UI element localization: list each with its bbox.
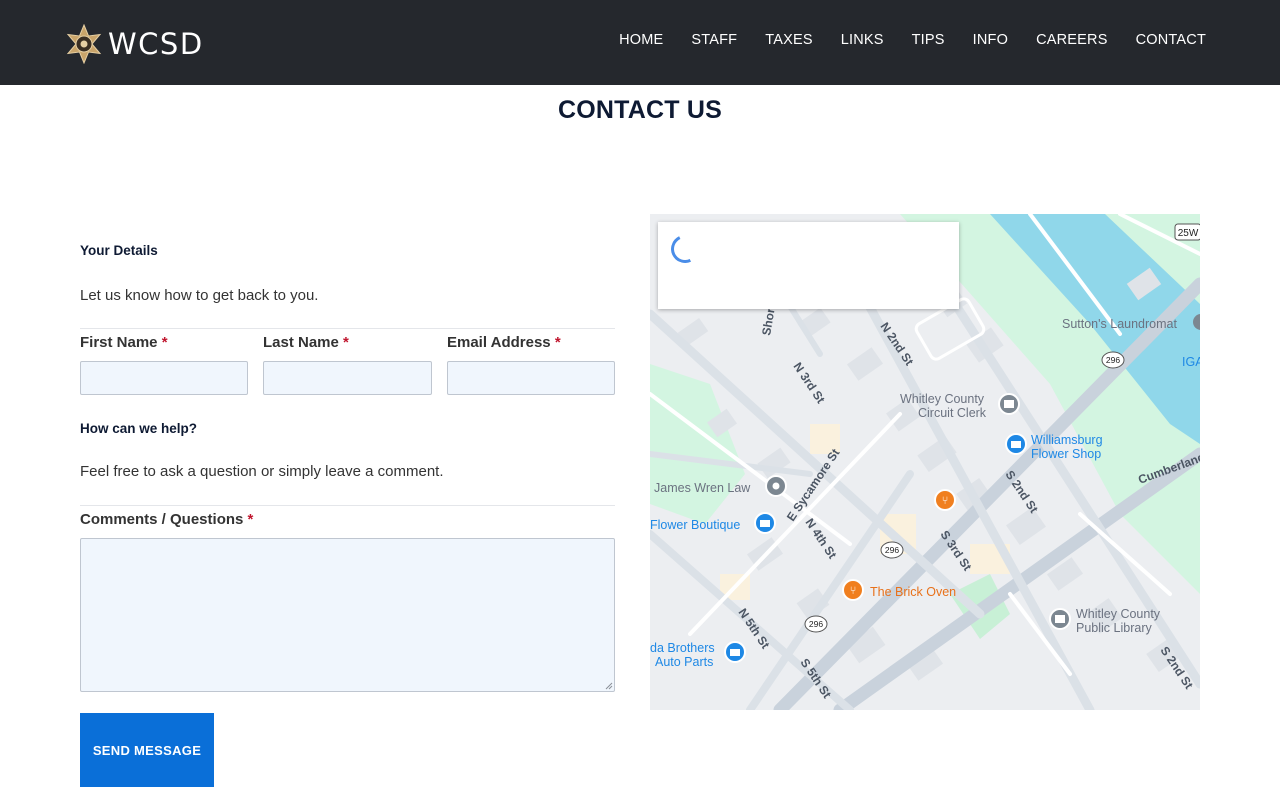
site-logo[interactable]: WCSD — [66, 24, 204, 64]
poi-restaurant[interactable]: ⑂ — [934, 489, 956, 511]
loading-spinner-icon — [667, 231, 703, 267]
poi-public-library[interactable]: Whitley County Public Library — [1049, 607, 1161, 635]
svg-text:Whitley County: Whitley County — [900, 392, 985, 406]
how-can-we-help-description: Feel free to ask a question or simply le… — [80, 463, 444, 480]
email-input[interactable] — [447, 361, 615, 395]
shopping-bag-icon — [1011, 441, 1021, 448]
embedded-map[interactable]: 25W 296 296 296 N 2nd St N 3rd St E Syca… — [650, 214, 1200, 710]
nav-staff[interactable]: STAFF — [691, 30, 737, 50]
sheriff-star-icon — [66, 24, 102, 64]
road-shield: 296 — [880, 541, 904, 559]
how-can-we-help-heading: How can we help? — [80, 421, 198, 436]
svg-text:Williamsburg: Williamsburg — [1031, 433, 1103, 447]
book-icon — [1055, 615, 1065, 623]
divider — [80, 328, 615, 329]
shopping-bag-icon — [760, 520, 770, 527]
your-details-description: Let us know how to get back to you. — [80, 287, 319, 304]
svg-text:Sutton's Laundromat: Sutton's Laundromat — [1062, 317, 1177, 331]
svg-text:IGA: IGA — [1182, 355, 1200, 369]
send-message-button[interactable]: SEND MESSAGE — [80, 713, 214, 787]
fork-knife-icon: ⑂ — [850, 585, 857, 597]
first-name-input[interactable] — [80, 361, 248, 395]
email-label: Email Address * — [447, 334, 561, 351]
first-name-label: First Name * — [80, 334, 168, 351]
street-label: N 3rd St — [791, 360, 828, 406]
last-name-input[interactable] — [263, 361, 432, 395]
road-shield: 25W — [1174, 223, 1200, 241]
svg-text:25W: 25W — [1178, 228, 1199, 239]
nav-careers[interactable]: CAREERS — [1036, 30, 1108, 50]
shopping-bag-icon — [730, 649, 740, 656]
required-mark: * — [247, 511, 254, 528]
svg-text:Flower Shop: Flower Shop — [1031, 447, 1101, 461]
first-name-group: First Name * — [80, 334, 248, 395]
svg-text:Auto Parts: Auto Parts — [655, 655, 713, 669]
poi-circuit-clerk[interactable]: Whitley County Circuit Clerk — [900, 392, 1020, 420]
svg-text:da Brothers: da Brothers — [650, 641, 715, 655]
brand-name: WCSD — [108, 27, 204, 61]
nav-links[interactable]: LINKS — [841, 30, 884, 50]
svg-text:Flower Boutique: Flower Boutique — [650, 518, 740, 532]
last-name-label: Last Name * — [263, 334, 349, 351]
svg-text:296: 296 — [809, 619, 823, 629]
email-group: Email Address * — [447, 334, 615, 395]
street-label: Shor — [759, 307, 778, 337]
street-label: S 2nd St — [1003, 468, 1041, 516]
name-email-row: First Name * Last Name * Email Address * — [80, 334, 615, 395]
poi-iga[interactable]: IGA — [1182, 355, 1200, 369]
road-shield: 296 — [1101, 351, 1125, 369]
site-header: WCSD HOME STAFF TAXES LINKS TIPS INFO CA… — [0, 0, 1280, 85]
nav-info[interactable]: INFO — [973, 30, 1008, 50]
svg-text:The Brick Oven: The Brick Oven — [870, 585, 956, 599]
nav-tips[interactable]: TIPS — [912, 30, 945, 50]
page-title: CONTACT US — [557, 96, 723, 124]
svg-text:Circuit Clerk: Circuit Clerk — [918, 406, 987, 420]
last-name-group: Last Name * — [263, 334, 432, 395]
fork-knife-icon: ⑂ — [942, 495, 949, 507]
contact-form: Your Details Let us know how to get back… — [80, 243, 615, 692]
svg-text:James Wren Law: James Wren Law — [654, 481, 751, 495]
nav-home[interactable]: HOME — [619, 30, 663, 50]
svg-text:296: 296 — [885, 545, 899, 555]
road-shield: 296 — [804, 615, 828, 633]
nav-taxes[interactable]: TAXES — [765, 30, 812, 50]
map-info-card — [658, 222, 959, 309]
poi-auto-parts[interactable]: da Brothers Auto Parts — [650, 641, 746, 669]
poi-williamsburg-flower-shop[interactable]: Williamsburg Flower Shop — [1005, 433, 1103, 461]
comments-textarea[interactable] — [80, 538, 615, 692]
pin-dot-icon — [772, 482, 780, 490]
courthouse-icon — [1004, 400, 1014, 408]
svg-text:Public Library: Public Library — [1076, 621, 1152, 635]
required-mark: * — [343, 334, 349, 351]
required-mark: * — [161, 334, 168, 351]
resize-grip-icon[interactable] — [605, 682, 613, 690]
your-details-heading: Your Details — [80, 243, 158, 258]
svg-text:Whitley County: Whitley County — [1076, 607, 1161, 621]
required-mark: * — [554, 334, 561, 351]
main-nav: HOME STAFF TAXES LINKS TIPS INFO CAREERS… — [591, 30, 1206, 50]
poi-flower-boutique[interactable]: Flower Boutique — [650, 512, 776, 534]
svg-text:296: 296 — [1106, 355, 1120, 365]
nav-contact[interactable]: CONTACT — [1136, 30, 1206, 50]
comments-label: Comments / Questions * — [80, 511, 254, 528]
divider — [80, 505, 615, 506]
